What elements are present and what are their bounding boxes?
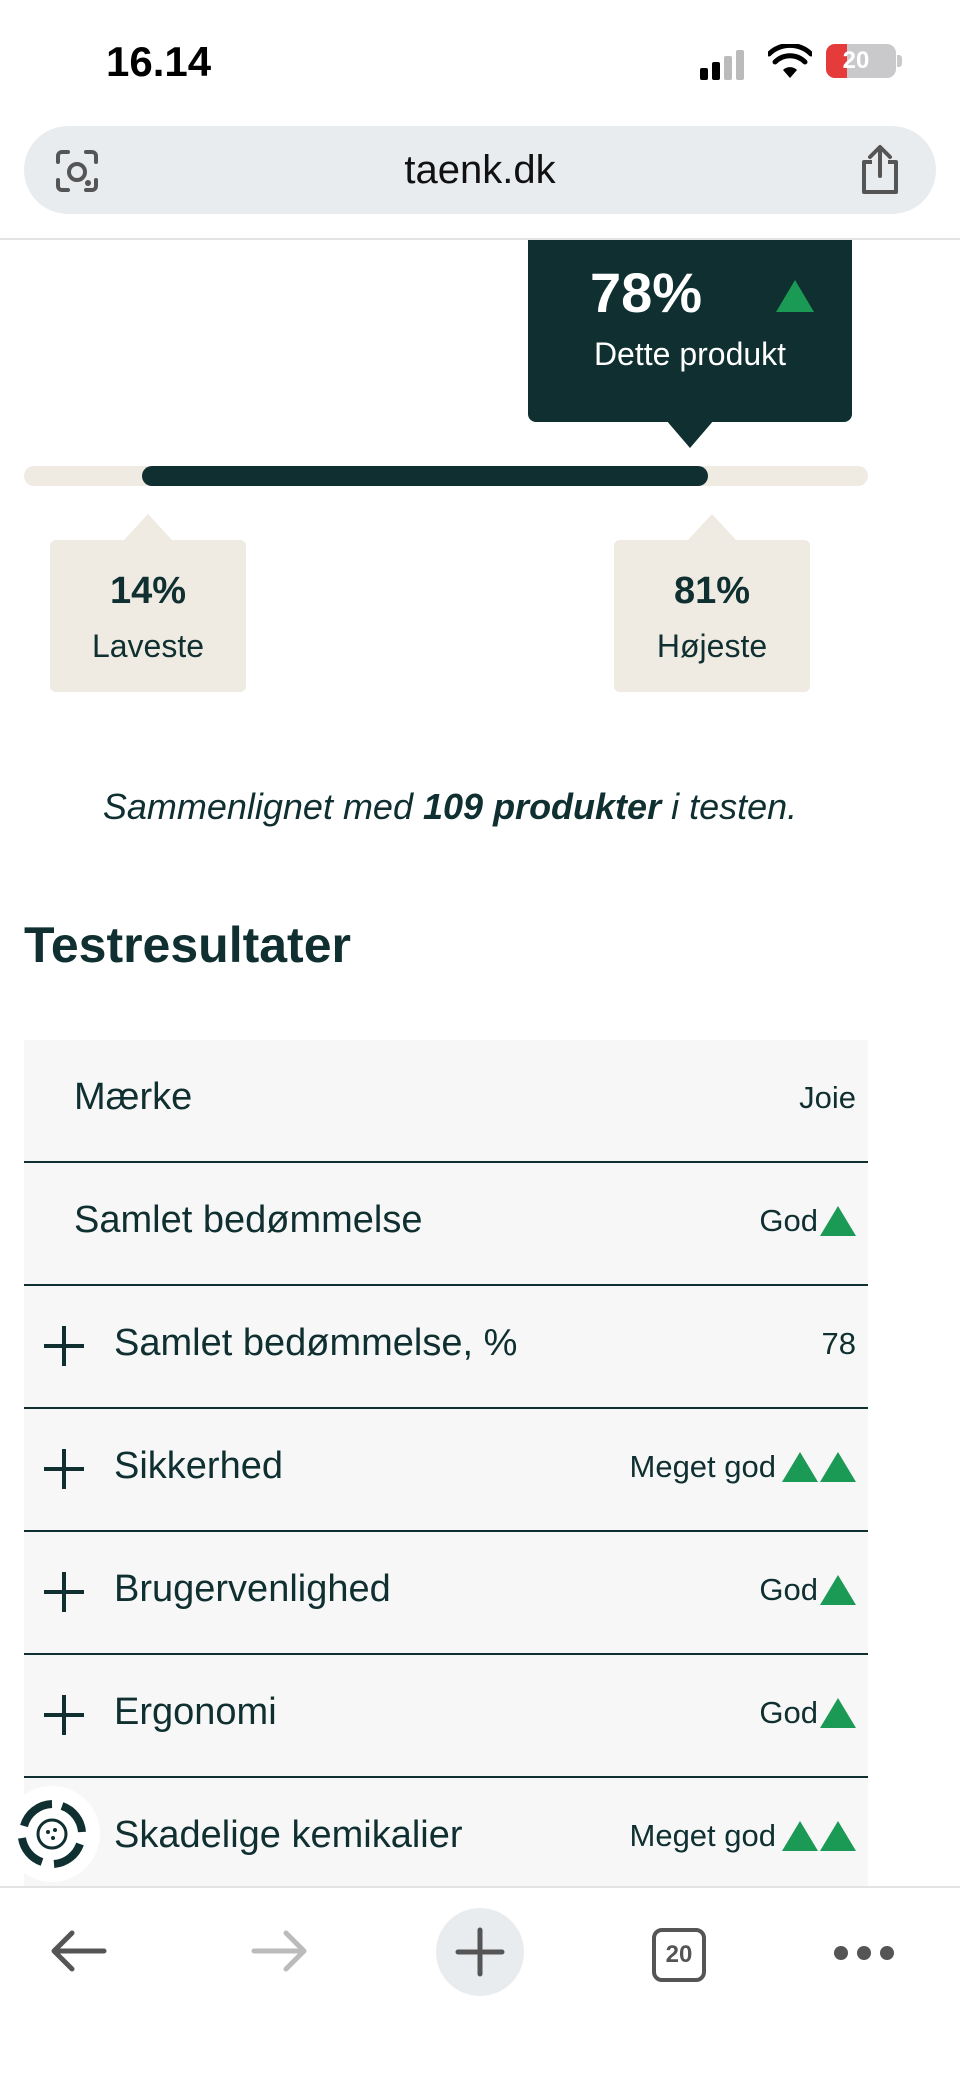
test-results-heading: Testresultater [24, 917, 351, 973]
result-row-brand: Mærke Joie [24, 1040, 868, 1163]
result-value-text: God [759, 1695, 818, 1730]
browser-bottom-toolbar: 20 [0, 1886, 960, 2080]
test-results-table: Mærke Joie Samlet bedømmelse God Samlet … [24, 1040, 868, 1899]
lowest-score-box: 14% Laveste [50, 514, 246, 692]
result-value: Meget god [629, 1818, 856, 1854]
comparison-text: Sammenlignet med 109 produkter i testen. [0, 786, 900, 828]
tooltip-pointer [666, 420, 714, 448]
result-row-ergonomics[interactable]: Ergonomi God [24, 1655, 868, 1778]
result-value: God [759, 1572, 856, 1608]
result-value-text: 78 [821, 1326, 856, 1361]
expand-plus-icon[interactable] [44, 1572, 84, 1612]
new-tab-button[interactable] [436, 1908, 524, 1996]
battery-level: 20 [842, 47, 870, 74]
result-row-overall: Samlet bedømmelse God [24, 1163, 868, 1286]
highest-score-label: Højeste [656, 628, 768, 664]
rating-triangle-icon [782, 1821, 818, 1851]
result-row-harmful-chemicals[interactable]: Skadelige kemikalier Meget god [24, 1778, 868, 1899]
result-value: Joie [799, 1080, 856, 1116]
address-bar[interactable]: taenk.dk [24, 126, 936, 214]
result-label[interactable]: Samlet bedømmelse, % [114, 1322, 517, 1365]
comparison-prefix: Sammenlignet med [102, 786, 413, 827]
rating-triangle-icon [820, 1821, 856, 1851]
rating-up-icon [776, 280, 814, 312]
rating-triangle-icon [820, 1575, 856, 1605]
status-time: 16.14 [106, 38, 212, 85]
result-label[interactable]: Brugervenlighed [114, 1568, 391, 1611]
comparison-suffix: i testen. [671, 786, 798, 827]
plus-icon[interactable] [436, 1908, 524, 1996]
share-icon[interactable] [858, 144, 902, 196]
more-options-icon[interactable] [834, 1946, 894, 1960]
result-label: Mærke [74, 1076, 193, 1118]
this-product-score: 78% [590, 261, 703, 324]
result-value: 78 [822, 1326, 856, 1362]
result-row-overall-percent[interactable]: Samlet bedømmelse, % 78 [24, 1286, 868, 1409]
result-value-text: Joie [799, 1080, 856, 1115]
back-arrow-icon[interactable] [48, 1926, 108, 1976]
result-label: Samlet bedømmelse [74, 1199, 423, 1241]
lowest-score-label: Laveste [91, 628, 205, 664]
battery-tip [897, 55, 902, 67]
recycle-icon[interactable] [4, 1786, 100, 1882]
highest-score-box: 81% Højeste [614, 514, 810, 692]
rating-triangle-icon [782, 1452, 818, 1482]
result-label[interactable]: Ergonomi [114, 1691, 277, 1734]
result-row-usability[interactable]: Brugervenlighed God [24, 1532, 868, 1655]
result-value-text: Meget god [629, 1449, 777, 1484]
forward-arrow-icon[interactable] [250, 1926, 310, 1976]
floating-badge[interactable] [4, 1786, 100, 1882]
result-label[interactable]: Sikkerhed [114, 1445, 283, 1488]
result-value: Meget god [629, 1449, 856, 1485]
cellular-signal-icon [700, 48, 750, 80]
result-value-text: God [759, 1203, 818, 1238]
rating-triangle-icon [820, 1206, 856, 1236]
result-value: God [759, 1695, 856, 1731]
expand-plus-icon[interactable] [44, 1326, 84, 1366]
status-bar: 16.14 20 [0, 0, 960, 118]
this-product-label: Dette produkt [593, 336, 787, 372]
score-range-bar [142, 466, 708, 486]
lowest-score-value: 14% [109, 570, 187, 612]
battery-icon: 20 [826, 44, 896, 78]
result-value-text: Meget god [629, 1818, 777, 1853]
expand-plus-icon[interactable] [44, 1695, 84, 1735]
this-product-tooltip: 78% Dette produkt [528, 240, 852, 422]
wifi-icon [768, 44, 812, 78]
result-value-text: God [759, 1572, 818, 1607]
rating-triangle-icon [820, 1452, 856, 1482]
result-row-safety[interactable]: Sikkerhed Meget god [24, 1409, 868, 1532]
result-label[interactable]: Skadelige kemikalier [114, 1814, 463, 1857]
tabs-button[interactable]: 20 [652, 1928, 706, 1982]
expand-plus-icon[interactable] [44, 1449, 84, 1489]
url-text[interactable]: taenk.dk [24, 148, 936, 193]
comparison-count: 109 produkter [423, 786, 662, 827]
highest-score-value: 81% [673, 570, 751, 612]
rating-triangle-icon [820, 1698, 856, 1728]
result-value: God [759, 1203, 856, 1239]
